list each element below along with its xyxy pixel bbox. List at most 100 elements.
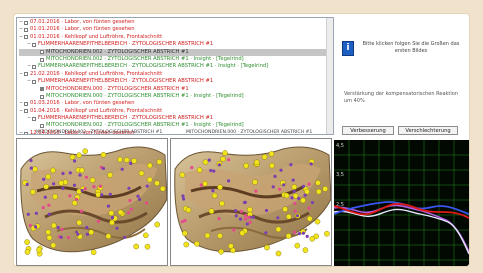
landmark-marker (304, 188, 310, 195)
tree-row[interactable]: MITOCHONDRIEN.002 · ZYTOLOGISCHER ABSTRI… (19, 122, 333, 129)
landmark-marker (286, 213, 292, 220)
tree-row[interactable]: − FLIMMERHAARENEPITHELBEREICH · ZYTOLOGIS… (19, 63, 333, 70)
tracking-marker (106, 204, 110, 208)
landmark-marker (239, 230, 246, 236)
tracking-marker (43, 195, 47, 199)
tree-row-checkbox[interactable] (40, 50, 44, 55)
tree-row-checkbox[interactable] (24, 131, 28, 134)
tree-row[interactable]: −01.04.2016 · Kehlkopf und Luftröhre, Fr… (19, 108, 333, 115)
tree-row[interactable]: MITOCHONDRIEN.000 · ZYTOLOGISCHER ABSTRI… (19, 93, 333, 100)
landmark-marker (24, 249, 31, 255)
tree-row[interactable]: −01.01.2016 · Kehlkopf und Luftröhre, Fr… (19, 34, 333, 41)
tree-row-checkbox[interactable] (40, 87, 44, 92)
y-label-mid: 3,5 (336, 172, 344, 178)
tracking-marker (80, 209, 84, 213)
worsen-button[interactable]: Verschlechterung (398, 126, 458, 135)
tracking-marker (128, 198, 132, 203)
tree-row-checkbox[interactable] (24, 20, 28, 25)
tracking-marker (129, 207, 134, 211)
improve-button[interactable]: Verbesserung (342, 126, 394, 135)
landmark-marker (222, 150, 228, 156)
waveform-graph[interactable]: 4,5 3,5 2,5 (334, 140, 469, 266)
tree-row-checkbox[interactable] (24, 72, 28, 77)
tracking-marker (182, 197, 186, 201)
tree-row-label: MITOCHONDRIEN.000 · ZYTOLOGISCHER ABSTRI… (46, 92, 244, 99)
tracking-marker (271, 185, 275, 189)
tree-row[interactable]: MITOCHONDRIEN.000 · ZYTOLOGISCHER ABSTRI… (19, 86, 333, 93)
right-image-panel[interactable] (170, 138, 332, 266)
tracking-marker (68, 194, 72, 198)
tree-row-checkbox[interactable] (40, 94, 44, 99)
landmark-marker (43, 183, 49, 190)
tracking-marker (76, 232, 80, 236)
tree-row-checkbox[interactable] (40, 124, 44, 129)
tracking-marker (26, 212, 30, 216)
tracking-marker (29, 166, 33, 170)
tree-row[interactable]: − FLIMMERHAARENEPITHELBEREICH · ZYTOLOGIS… (19, 41, 333, 48)
tracking-marker (238, 217, 243, 221)
tracking-marker (239, 209, 243, 214)
landmark-marker (285, 233, 292, 239)
tree-row-checkbox[interactable] (24, 109, 28, 114)
tree-row[interactable]: MITOCHONDRIEN.002 · ZYTOLOGISCHER ABSTRI… (19, 56, 333, 63)
tracking-marker (212, 169, 216, 173)
tree-row-checkbox[interactable] (32, 79, 36, 84)
tracking-marker (108, 192, 112, 196)
right-specimen-image[interactable] (171, 139, 332, 266)
landmark-marker (202, 159, 209, 166)
tracking-marker (227, 179, 231, 183)
tracking-marker (292, 230, 297, 234)
tree-row-checkbox[interactable] (40, 57, 44, 62)
tree-row[interactable]: −21.02.2016 · Kehlkopf und Luftröhre, Fr… (19, 71, 333, 78)
tree-row-checkbox[interactable] (24, 101, 28, 106)
tree-row-checkbox[interactable] (32, 116, 36, 121)
tree-row-checkbox[interactable] (24, 28, 28, 33)
landmark-marker (50, 167, 56, 174)
tracking-marker (85, 232, 89, 236)
session-tree[interactable]: −07.01.2016 · Labor, von fünten gesehen −… (16, 17, 334, 135)
tracking-marker (309, 162, 313, 166)
tracking-marker (110, 216, 115, 220)
landmark-marker (291, 184, 298, 190)
landmark-marker (315, 180, 321, 186)
tree-row[interactable]: −07.01.2016 · Labor, von fünten gesehen (19, 19, 333, 26)
landmark-marker (76, 219, 83, 226)
landmark-marker (183, 241, 190, 248)
tracking-marker (101, 166, 106, 171)
tracking-marker (291, 178, 295, 182)
landmark-marker (45, 229, 52, 235)
tree-row[interactable]: − FLIMMERHAARENEPITHELBEREICH · ZYTOLOGIS… (19, 78, 333, 85)
tracking-marker (34, 211, 38, 215)
landmark-marker (283, 192, 290, 199)
tree-row[interactable]: MITOCHONDRIEN.002 · ZYTOLOGISCHER ABSTRI… (19, 48, 333, 56)
landmark-marker (24, 239, 30, 245)
landmark-marker (219, 200, 225, 207)
tracking-marker (282, 183, 286, 187)
tree-row[interactable]: − FLIMMERHAARENEPITHELBEREICH · ZYTOLOGIS… (19, 115, 333, 122)
tree-row[interactable]: −01.01.2016 · Labor, von fünten gesehen (19, 26, 333, 33)
tracking-marker (254, 189, 258, 193)
landmark-marker (217, 233, 223, 239)
tracking-marker (138, 197, 142, 201)
landmark-marker (269, 162, 275, 169)
tracking-marker (72, 183, 77, 187)
left-specimen-image[interactable] (17, 139, 168, 266)
landmark-marker (294, 242, 301, 249)
landmark-marker (82, 148, 88, 155)
landmark-marker (261, 154, 268, 160)
landmark-marker (146, 176, 153, 183)
tree-row-label: FLIMMERHAARENEPITHELBEREICH · ZYTOLOGISC… (38, 63, 269, 70)
tree-row-checkbox[interactable] (32, 42, 36, 47)
tree-row-checkbox[interactable] (32, 65, 36, 70)
left-image-panel[interactable] (16, 138, 168, 266)
tree-scrollbar[interactable] (326, 18, 333, 134)
tree-row[interactable]: −01.03.2016 · Labor, von fünten gesehen (19, 100, 333, 107)
landmark-marker (300, 197, 306, 204)
tree-row-checkbox[interactable] (24, 35, 28, 40)
instruction-line-1: Bitte klicken folgen Sie die Großen das (362, 41, 460, 47)
landmark-marker (218, 248, 224, 255)
tracking-marker (92, 185, 96, 189)
landmark-marker (154, 221, 160, 228)
landmark-marker (138, 170, 145, 177)
tree-row-label: FLIMMERHAARENEPITHELBEREICH · ZYTOLOGISC… (38, 115, 214, 122)
